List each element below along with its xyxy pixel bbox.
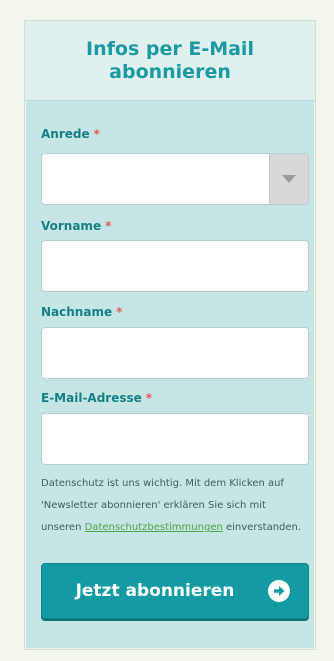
required-marker: * (93, 127, 100, 141)
last-name-input[interactable] (41, 327, 309, 379)
salutation-label: Anrede * (41, 127, 100, 141)
salutation-select[interactable] (41, 153, 309, 205)
required-marker: * (105, 219, 112, 233)
first-name-label: Vorname * (41, 219, 111, 233)
privacy-text-after: einverstanden. (222, 522, 302, 533)
privacy-notice: Datenschutz ist uns wichtig. Mit dem Kli… (41, 473, 309, 539)
last-name-label: Nachname * (41, 305, 122, 319)
panel-header: Infos per E-Mail abonnieren (25, 21, 315, 101)
panel-title: Infos per E-Mail abonnieren (86, 37, 254, 83)
first-name-input[interactable] (41, 240, 309, 292)
last-name-label-text: Nachname (41, 305, 113, 319)
arrow-right-circle-icon (268, 580, 290, 602)
subscribe-button-label: Jetzt abonnieren (75, 581, 235, 601)
salutation-label-text: Anrede (41, 127, 90, 141)
newsletter-signup-panel: Infos per E-Mail abonnieren Anrede * Vorn… (24, 20, 316, 650)
email-input[interactable] (41, 413, 309, 465)
chevron-down-icon (282, 175, 296, 183)
email-label-text: E-Mail-Adresse (41, 391, 142, 405)
salutation-dropdown-toggle[interactable] (269, 154, 308, 204)
subscribe-button[interactable]: Jetzt abonnieren (41, 563, 309, 619)
email-label: E-Mail-Adresse * (41, 391, 152, 405)
required-marker: * (145, 391, 153, 405)
first-name-label-text: Vorname (41, 219, 102, 233)
required-marker: * (116, 305, 123, 319)
privacy-policy-link[interactable]: Datenschutzbestimmungen (85, 522, 223, 533)
